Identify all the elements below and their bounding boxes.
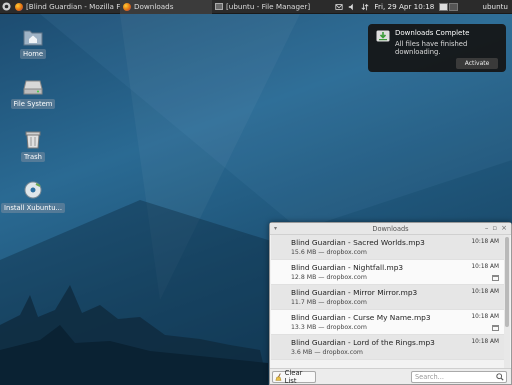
desktop-icon-install-xubuntu[interactable]: Install Xubuntu... (1, 180, 65, 213)
desktop-icon-label: Home (19, 49, 47, 59)
task-file-manager[interactable]: [ubuntu - File Manager] (212, 0, 324, 14)
mail-icon[interactable] (335, 3, 343, 11)
download-row[interactable]: Blind Guardian - Mirror Mirror.mp3 11.7 … (271, 285, 505, 310)
download-meta: 12.8 MB — dropbox.com (291, 274, 367, 281)
download-time: 10:18 AM (471, 239, 499, 245)
download-meta: 13.3 MB — dropbox.com (291, 324, 367, 331)
desktop-icon-home[interactable]: Home (4, 28, 62, 59)
notification-title: Downloads Complete (395, 29, 470, 37)
clock[interactable]: Fri, 29 Apr 10:18 (374, 2, 434, 11)
window-title: Downloads (372, 224, 409, 233)
download-filename: Blind Guardian - Sacred Worlds.mp3 (291, 238, 425, 247)
volume-icon[interactable] (348, 3, 356, 11)
firefox-icon (15, 2, 23, 11)
download-filename: Blind Guardian - Curse My Name.mp3 (291, 313, 431, 322)
search-icon[interactable] (496, 373, 504, 381)
download-notification: Downloads Complete All files have finish… (368, 24, 506, 72)
download-row[interactable]: Blind Guardian - Curse My Name.mp3 13.3 … (271, 310, 505, 335)
download-time: 10:18 AM (471, 314, 499, 320)
clear-list-button[interactable]: Clear List (272, 369, 316, 385)
open-folder-icon[interactable] (492, 275, 499, 281)
download-meta: 11.7 MB — dropbox.com (291, 299, 367, 306)
workspace-1[interactable] (439, 2, 449, 11)
desktop-icon-label: Trash (21, 152, 45, 162)
desktop-icon-trash[interactable]: Trash (4, 129, 62, 162)
install-disc-icon (24, 181, 42, 199)
desktop-icon-file-system[interactable]: File System (4, 78, 62, 109)
scrollbar-thumb[interactable] (505, 237, 509, 327)
top-panel: [Blind Guardian - Mozilla Fir... Downloa… (0, 0, 512, 14)
download-time: 10:18 AM (471, 264, 499, 270)
downloads-titlebar[interactable]: ▾ Downloads – ▫ × (270, 223, 511, 235)
workspace-2[interactable] (449, 2, 459, 11)
file-manager-icon (215, 3, 223, 10)
download-row[interactable]: Blind Guardian - Lord of the Rings.mp3 3… (271, 335, 505, 360)
task-firefox[interactable]: [Blind Guardian - Mozilla Fir... (12, 0, 120, 14)
downloads-window: ▾ Downloads – ▫ × Blind Guardian - Sacre… (269, 222, 512, 385)
network-icon[interactable] (361, 3, 369, 11)
xfce-mouse-icon (1, 2, 11, 11)
download-row[interactable]: Blind Guardian - Sacred Worlds.mp3 15.6 … (271, 235, 505, 260)
download-filename: Blind Guardian - Lord of the Rings.mp3 (291, 338, 435, 347)
downloads-footer: Clear List (270, 368, 511, 385)
clear-list-label: Clear List (284, 369, 303, 385)
system-tray: Fri, 29 Apr 10:18 ubuntu (335, 2, 512, 11)
minimize-icon[interactable]: – (485, 224, 489, 232)
download-time: 10:18 AM (471, 289, 499, 295)
search-field[interactable] (411, 371, 507, 383)
maximize-icon[interactable]: ▫ (492, 224, 497, 232)
home-folder-icon (23, 30, 43, 46)
close-icon[interactable]: × (501, 224, 507, 232)
notification-body: All files have finished downloading. (395, 40, 468, 56)
open-folder-icon[interactable] (492, 325, 499, 331)
desktop-icon-label: Install Xubuntu... (1, 203, 65, 213)
activate-button[interactable]: Activate (456, 58, 498, 69)
download-row[interactable]: Blind Guardian - Nightfall.mp3 12.8 MB —… (271, 260, 505, 285)
task-downloads[interactable]: Downloads (120, 0, 212, 14)
task-label: [ubuntu - File Manager] (226, 2, 311, 11)
download-complete-icon (376, 30, 390, 42)
download-filename: Blind Guardian - Mirror Mirror.mp3 (291, 288, 418, 297)
task-label: Downloads (134, 2, 174, 11)
downloads-scrollbar[interactable] (504, 235, 510, 370)
download-meta: 15.6 MB — dropbox.com (291, 249, 367, 256)
firefox-icon (123, 2, 131, 11)
trash-icon (25, 131, 41, 149)
download-time: 10:18 AM (471, 339, 499, 345)
user-menu[interactable]: ubuntu (482, 2, 508, 11)
broom-icon (275, 373, 282, 381)
download-meta: 3.6 MB — dropbox.com (291, 349, 363, 356)
task-label: [Blind Guardian - Mozilla Fir... (26, 2, 120, 11)
downloads-list: Blind Guardian - Sacred Worlds.mp3 15.6 … (271, 235, 505, 370)
workspace-switcher[interactable] (439, 2, 459, 11)
search-input[interactable] (415, 373, 495, 381)
desktop-icon-label: File System (10, 99, 56, 109)
applications-menu-button[interactable] (0, 0, 12, 14)
download-filename: Blind Guardian - Nightfall.mp3 (291, 263, 404, 272)
drive-icon (23, 80, 43, 95)
